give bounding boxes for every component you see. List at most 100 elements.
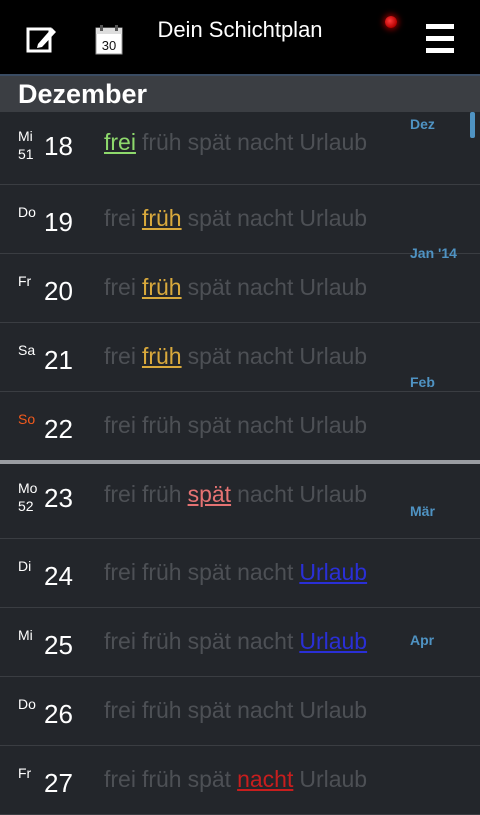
- day-list[interactable]: Mi 51 18 frei früh spät nacht Urlaub Do 19 frei frü…: [0, 112, 480, 815]
- shift-options: frei früh spät nacht Urlaub: [104, 559, 373, 586]
- day-row[interactable]: So 22 frei früh spät nacht Urlaub: [0, 391, 480, 461]
- day-number: 21: [44, 345, 73, 375]
- weekday-label: Sa: [18, 342, 36, 358]
- shift-option-1[interactable]: frei: [104, 766, 136, 792]
- weekday-label: Fr: [18, 273, 32, 289]
- shift-options: frei früh spät nacht Urlaub: [104, 697, 373, 724]
- shift-option-3[interactable]: spät: [188, 343, 231, 369]
- shift-option-5[interactable]: Urlaub: [299, 274, 367, 300]
- shift-option-5[interactable]: Urlaub: [299, 766, 367, 792]
- day-row[interactable]: Mi 25 frei früh spät nacht Urlaub: [0, 607, 480, 677]
- shift-options: frei früh spät nacht Urlaub: [104, 129, 373, 156]
- shift-option-3[interactable]: spät: [188, 628, 231, 654]
- month-index-item[interactable]: Mär: [410, 503, 435, 519]
- month-index-item[interactable]: Jan '14: [410, 245, 457, 261]
- weekday-label: Do: [18, 204, 36, 220]
- shift-option-5[interactable]: Urlaub: [299, 628, 367, 654]
- day-number: 27: [44, 768, 73, 798]
- shift-options: frei früh spät nacht Urlaub: [104, 481, 373, 508]
- day-number: 25: [44, 630, 73, 660]
- shift-option-1[interactable]: frei: [104, 481, 136, 507]
- weekday-label: Fr: [18, 765, 32, 781]
- week-number: 52: [18, 498, 34, 514]
- day-number: 22: [44, 414, 73, 444]
- shift-option-1[interactable]: frei: [104, 412, 136, 438]
- day-row[interactable]: Sa 21 frei früh spät nacht Urlaub: [0, 322, 480, 392]
- month-index-item[interactable]: Apr: [410, 632, 434, 648]
- shift-option-5[interactable]: Urlaub: [299, 412, 367, 438]
- shift-option-1[interactable]: frei: [104, 129, 136, 155]
- weekday-label: Mi: [18, 627, 33, 643]
- shift-option-4[interactable]: nacht: [237, 697, 293, 723]
- shift-option-1[interactable]: frei: [104, 343, 136, 369]
- shift-option-3[interactable]: spät: [188, 129, 231, 155]
- shift-options: frei früh spät nacht Urlaub: [104, 766, 373, 793]
- shift-option-2[interactable]: früh: [142, 559, 182, 585]
- day-number: 19: [44, 207, 73, 237]
- day-row[interactable]: Mi 51 18 frei früh spät nacht Urlaub: [0, 112, 480, 185]
- shift-option-5[interactable]: Urlaub: [299, 343, 367, 369]
- app-title: Dein Schichtplan: [157, 17, 323, 42]
- shift-option-2[interactable]: früh: [142, 628, 182, 654]
- shift-options: frei früh spät nacht Urlaub: [104, 412, 373, 439]
- month-header: Dezember: [0, 76, 480, 112]
- day-number: 23: [44, 483, 73, 513]
- shift-option-2[interactable]: früh: [142, 412, 182, 438]
- shift-option-3[interactable]: spät: [188, 697, 231, 723]
- weekday-label: Do: [18, 696, 36, 712]
- shift-option-1[interactable]: frei: [104, 205, 136, 231]
- shift-option-1[interactable]: frei: [104, 559, 136, 585]
- day-row[interactable]: Do 26 frei früh spät nacht Urlaub: [0, 676, 480, 746]
- shift-option-5[interactable]: Urlaub: [299, 559, 367, 585]
- notification-dot: [385, 16, 397, 28]
- month-index-item[interactable]: Dez: [410, 116, 435, 132]
- shift-option-2[interactable]: früh: [142, 697, 182, 723]
- day-row[interactable]: Di 24 frei früh spät nacht Urlaub: [0, 538, 480, 608]
- shift-option-4[interactable]: nacht: [237, 274, 293, 300]
- shift-option-2[interactable]: früh: [142, 481, 182, 507]
- shift-option-5[interactable]: Urlaub: [299, 481, 367, 507]
- week-number: 51: [18, 146, 34, 162]
- shift-option-4[interactable]: nacht: [237, 412, 293, 438]
- day-number: 24: [44, 561, 73, 591]
- shift-option-3[interactable]: spät: [188, 274, 231, 300]
- shift-option-5[interactable]: Urlaub: [299, 697, 367, 723]
- shift-option-4[interactable]: nacht: [237, 766, 293, 792]
- shift-option-4[interactable]: nacht: [237, 343, 293, 369]
- top-bar: 30 Dein Schichtplan: [0, 0, 480, 76]
- shift-option-1[interactable]: frei: [104, 628, 136, 654]
- shift-options: frei früh spät nacht Urlaub: [104, 274, 373, 301]
- day-number: 26: [44, 699, 73, 729]
- shift-option-3[interactable]: spät: [188, 766, 231, 792]
- shift-option-2[interactable]: früh: [142, 274, 182, 300]
- shift-option-3[interactable]: spät: [188, 481, 231, 507]
- shift-option-5[interactable]: Urlaub: [299, 129, 367, 155]
- shift-option-2[interactable]: früh: [142, 766, 182, 792]
- shift-option-2[interactable]: früh: [142, 129, 182, 155]
- day-row[interactable]: Do 19 frei früh spät nacht Urlaub: [0, 184, 480, 254]
- shift-options: frei früh spät nacht Urlaub: [104, 205, 373, 232]
- shift-option-2[interactable]: früh: [142, 343, 182, 369]
- shift-option-1[interactable]: frei: [104, 697, 136, 723]
- day-row[interactable]: Fr 27 frei früh spät nacht Urlaub: [0, 745, 480, 815]
- shift-option-3[interactable]: spät: [188, 559, 231, 585]
- shift-option-5[interactable]: Urlaub: [299, 205, 367, 231]
- shift-option-3[interactable]: spät: [188, 412, 231, 438]
- shift-option-4[interactable]: nacht: [237, 481, 293, 507]
- shift-option-4[interactable]: nacht: [237, 559, 293, 585]
- shift-option-4[interactable]: nacht: [237, 129, 293, 155]
- shift-option-3[interactable]: spät: [188, 205, 231, 231]
- menu-icon[interactable]: [418, 24, 462, 58]
- weekday-label: Mi: [18, 128, 33, 144]
- shift-option-1[interactable]: frei: [104, 274, 136, 300]
- shift-option-4[interactable]: nacht: [237, 628, 293, 654]
- shift-options: frei früh spät nacht Urlaub: [104, 343, 373, 370]
- day-row[interactable]: Fr 20 frei früh spät nacht Urlaub: [0, 253, 480, 323]
- day-row[interactable]: Mo 52 23 frei früh spät nacht Urlaub: [0, 464, 480, 539]
- weekday-label: Mo: [18, 480, 38, 496]
- day-number: 20: [44, 276, 73, 306]
- shift-option-2[interactable]: früh: [142, 205, 182, 231]
- month-index-item[interactable]: Feb: [410, 374, 435, 390]
- scrollbar[interactable]: [470, 112, 475, 138]
- shift-option-4[interactable]: nacht: [237, 205, 293, 231]
